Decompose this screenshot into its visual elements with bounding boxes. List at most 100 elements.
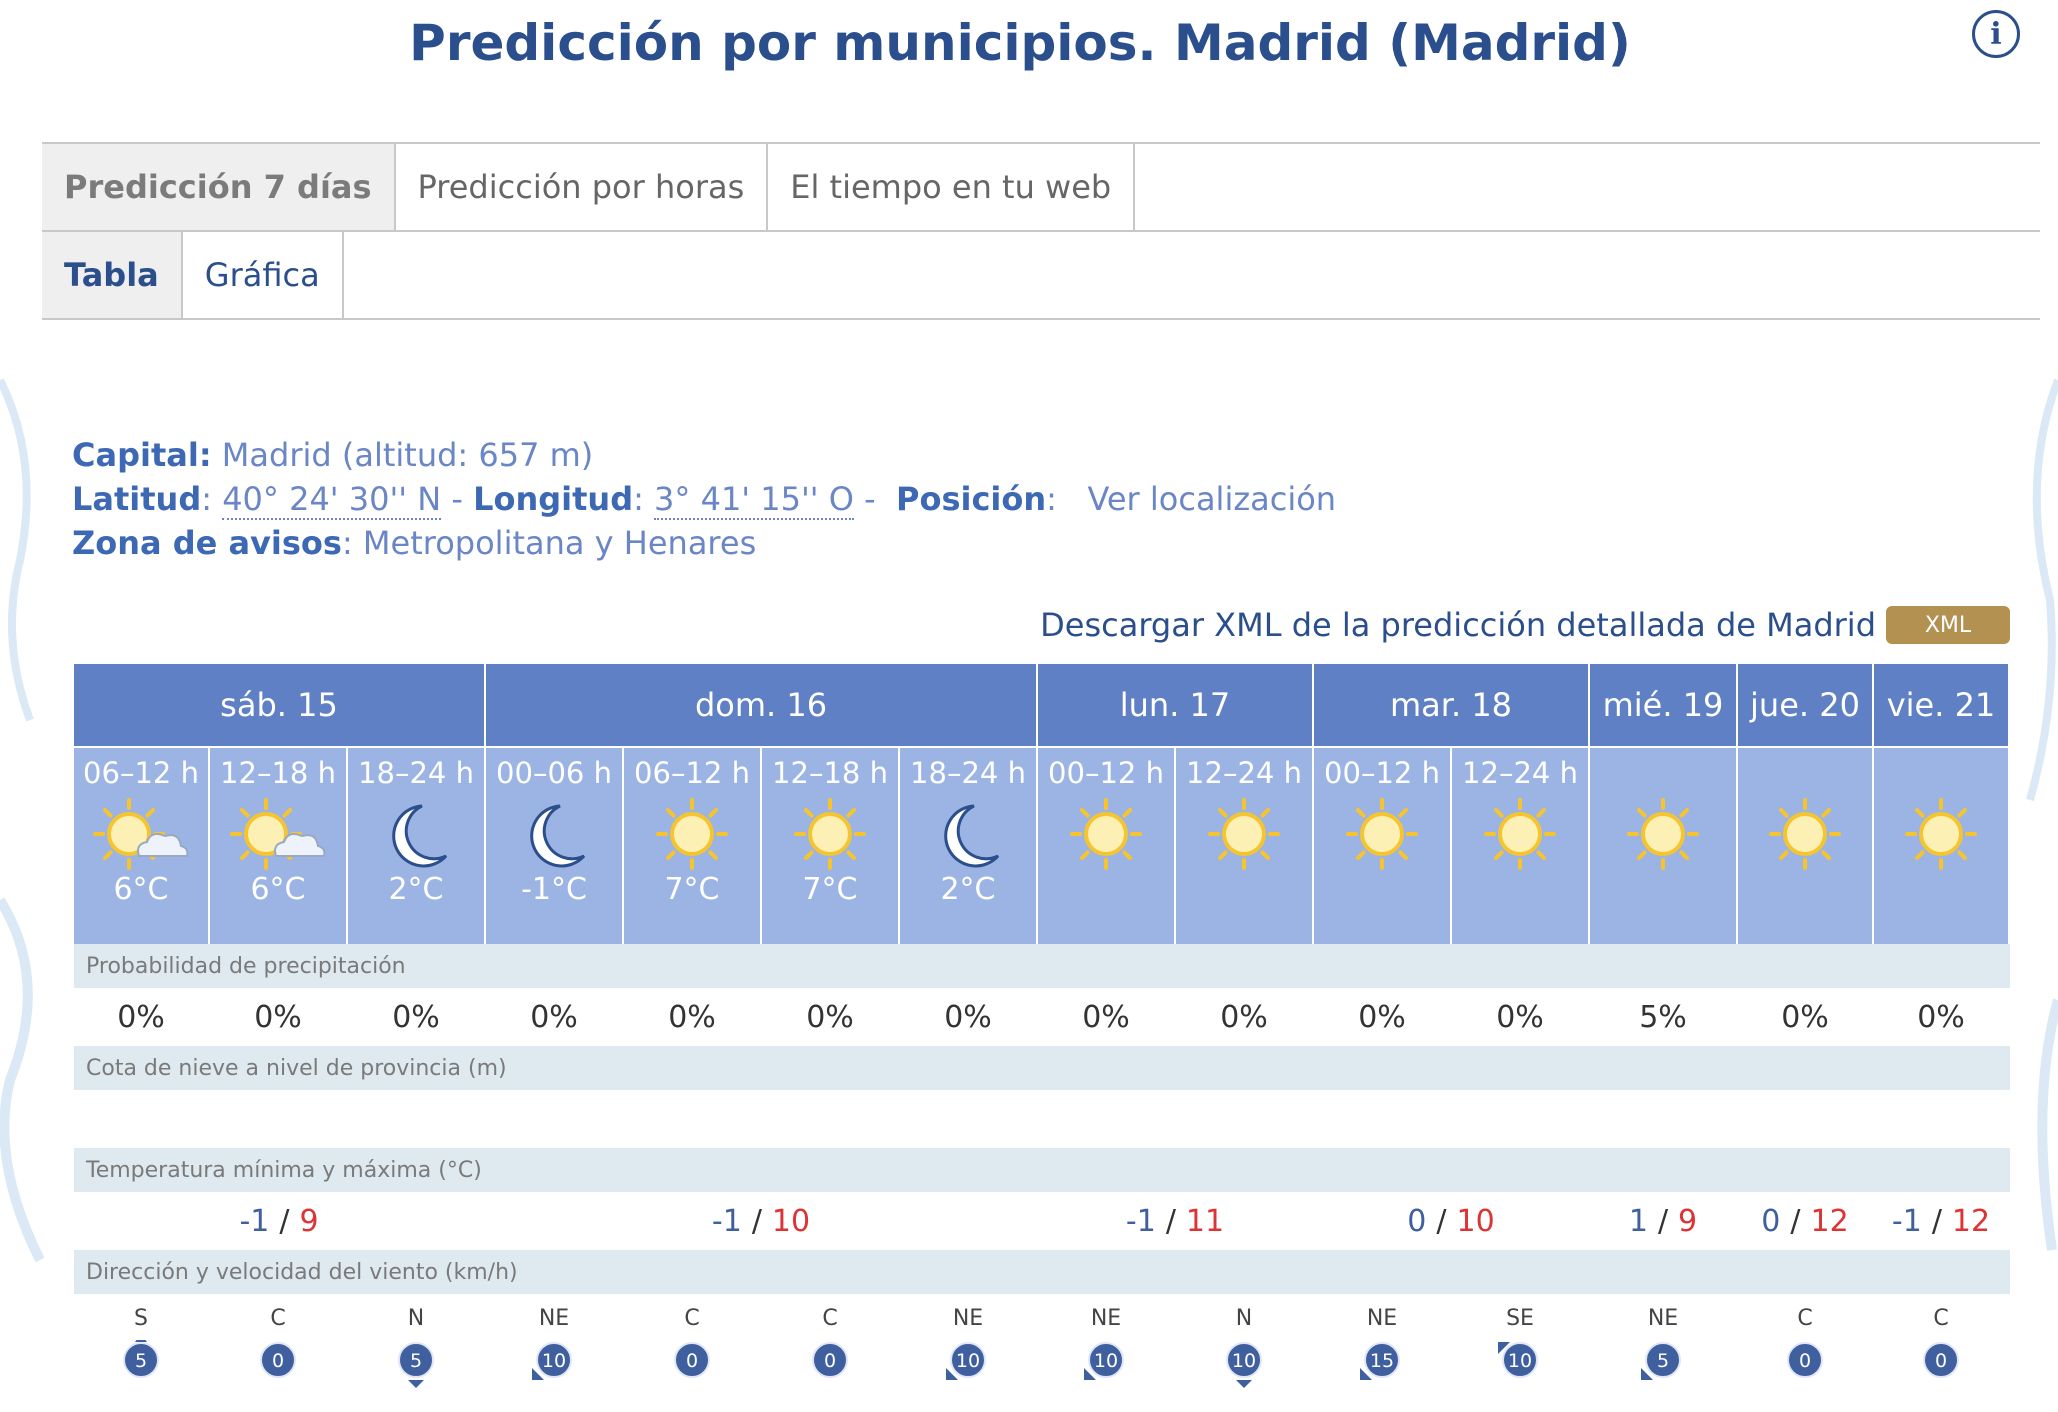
temp-minmax: -1/10 <box>486 1194 1036 1248</box>
period-cell: 18–24 h 2°C <box>348 748 484 944</box>
tab-0[interactable]: Predicción 7 días <box>42 144 396 230</box>
xml-button[interactable]: XML <box>1886 606 2010 644</box>
wind-direction: N <box>407 1306 425 1331</box>
wind-cell: C0 <box>1738 1296 1872 1404</box>
day-header-5: jue. 20 <box>1738 664 1872 746</box>
view-location-link[interactable]: Ver localización <box>1087 480 1336 518</box>
temp-min: 1 <box>1628 1203 1648 1239</box>
precip-value: 5% <box>1590 990 1736 1044</box>
day-header-0: sáb. 15 <box>74 664 484 746</box>
day-header-4: mié. 19 <box>1590 664 1736 746</box>
snow-value <box>1038 1092 1174 1146</box>
precip-value: 0% <box>74 990 208 1044</box>
main-tabs: Predicción 7 días Predicción por horas El … <box>42 142 2040 232</box>
temp-separator: / <box>1931 1203 1942 1239</box>
precip-value: 0% <box>1314 990 1450 1044</box>
period-temperature: 6°C <box>250 872 306 907</box>
wind-cell: C0 <box>1874 1296 2008 1404</box>
precip-value: 0% <box>900 990 1036 1044</box>
snow-value <box>1590 1092 1736 1146</box>
tab-2[interactable]: El tiempo en tu web <box>768 144 1136 230</box>
snow-value <box>762 1092 898 1146</box>
wind-direction: C <box>1797 1306 1813 1331</box>
latitude-value: 40° 24' 30'' N <box>222 480 442 520</box>
temp-min: -1 <box>1125 1203 1156 1239</box>
snow-value <box>1874 1092 2008 1146</box>
wind-direction: NE <box>1366 1306 1398 1331</box>
snow-value <box>624 1092 760 1146</box>
temp-separator: / <box>1165 1203 1176 1239</box>
subtab-0[interactable]: Tabla <box>42 232 183 318</box>
temp-max: 9 <box>1678 1203 1698 1239</box>
temp-section-label: Temperatura mínima y máxima (°C) <box>74 1148 2010 1192</box>
svg-text:0: 0 <box>686 1350 698 1372</box>
period-label: 00–12 h <box>1048 756 1164 790</box>
wind-direction: N <box>1235 1306 1253 1331</box>
capital-line: Capital: Madrid (altitud: 657 m) <box>72 436 593 474</box>
wind-cell: C0 <box>762 1296 898 1404</box>
svg-text:0: 0 <box>824 1350 836 1372</box>
capital-value: Madrid (altitud: 657 m) <box>221 436 594 474</box>
longitude-value: 3° 41' 15'' O <box>654 480 854 520</box>
download-row: Descargar XML de la predicción detallada… <box>1040 606 2010 644</box>
temp-separator: / <box>1790 1203 1801 1239</box>
precip-section-label: Probabilidad de precipitación <box>74 944 2010 988</box>
temp-min: 0 <box>1407 1203 1427 1239</box>
precip-value: 0% <box>1874 990 2008 1044</box>
svg-text:10: 10 <box>956 1350 980 1372</box>
wind-section-label: Dirección y velocidad del viento (km/h) <box>74 1250 2010 1294</box>
svg-text:10: 10 <box>1508 1350 1532 1372</box>
wind-cell: NE 5 <box>1590 1296 1736 1404</box>
wind-direction: NE <box>1090 1306 1122 1331</box>
period-cell: 06–12 h 7°C <box>624 748 760 944</box>
period-temperature: 2°C <box>388 872 444 907</box>
warning-zone-label: Zona de avisos <box>72 524 342 562</box>
coordinates-line: Latitud: 40° 24' 30'' N - Longitud: 3° 4… <box>72 480 1337 520</box>
wind-cell: NE 10 <box>486 1296 622 1404</box>
precip-value: 0% <box>348 990 484 1044</box>
snow-value <box>486 1092 622 1146</box>
period-cell: 12–24 h <box>1452 748 1588 944</box>
page-title: Predicción por municipios. Madrid (Madri… <box>409 14 1631 72</box>
wind-cell: N5 <box>348 1296 484 1404</box>
svg-text:0: 0 <box>1935 1350 1947 1372</box>
period-label: 12–18 h <box>772 756 888 790</box>
period-cell: 00–12 h <box>1314 748 1450 944</box>
precip-value: 0% <box>1176 990 1312 1044</box>
temp-separator: / <box>751 1203 762 1239</box>
period-label: 12–24 h <box>1186 756 1302 790</box>
precip-value: 0% <box>1738 990 1872 1044</box>
info-icon[interactable]: i <box>1972 10 2020 58</box>
period-cell <box>1874 748 2008 944</box>
capital-label: Capital: <box>72 436 212 474</box>
precip-value: 0% <box>1038 990 1174 1044</box>
period-label: 12–24 h <box>1462 756 1578 790</box>
temp-min: 0 <box>1761 1203 1781 1239</box>
temp-minmax: -1/12 <box>1874 1194 2008 1248</box>
temp-minmax: 0/12 <box>1738 1194 1872 1248</box>
snow-value <box>1738 1092 1872 1146</box>
wind-direction: SE <box>1506 1306 1534 1331</box>
wind-direction: NE <box>538 1306 570 1331</box>
snow-value <box>1452 1092 1588 1146</box>
svg-text:10: 10 <box>1232 1350 1256 1372</box>
wind-direction: C <box>822 1306 838 1331</box>
subtab-1[interactable]: Gráfica <box>183 232 344 318</box>
period-label: 00–12 h <box>1324 756 1440 790</box>
temp-max: 10 <box>771 1203 811 1239</box>
temp-minmax: -1/9 <box>74 1194 484 1248</box>
tab-1[interactable]: Predicción por horas <box>396 144 769 230</box>
wind-direction: C <box>1933 1306 1949 1331</box>
day-header-1: dom. 16 <box>486 664 1036 746</box>
snow-value <box>348 1092 484 1146</box>
period-cell: 06–12 h 6°C <box>74 748 208 944</box>
period-label: 06–12 h <box>634 756 750 790</box>
download-xml-link[interactable]: Descargar XML de la predicción detallada… <box>1040 606 1876 644</box>
day-header-6: vie. 21 <box>1874 664 2008 746</box>
period-cell: 00–06 h -1°C <box>486 748 622 944</box>
period-label: 00–06 h <box>496 756 612 790</box>
wind-cell: NE 10 <box>1038 1296 1174 1404</box>
snow-value <box>1314 1092 1450 1146</box>
svg-text:5: 5 <box>1657 1350 1669 1372</box>
period-temperature: 7°C <box>664 872 720 907</box>
